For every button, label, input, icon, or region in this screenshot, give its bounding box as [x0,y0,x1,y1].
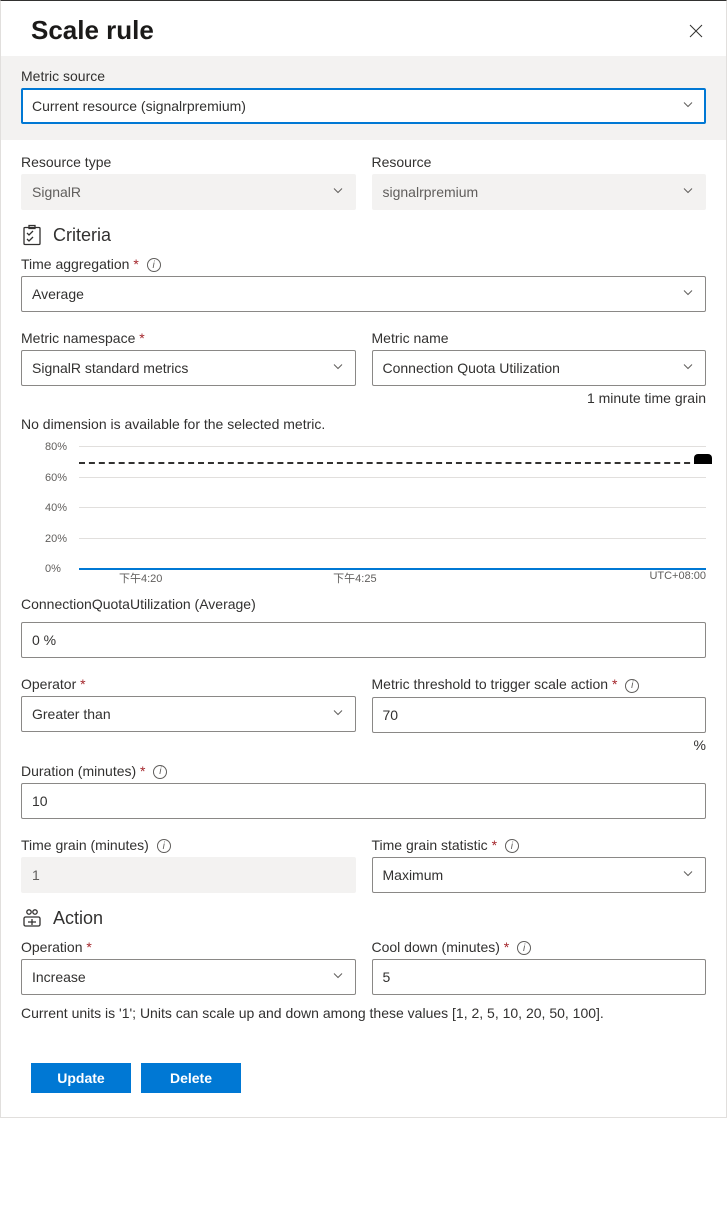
info-icon[interactable]: i [153,765,167,779]
resource-value: signalrpremium [383,184,479,200]
y-tick: 40% [45,502,67,514]
y-tick: 20% [45,533,67,545]
info-icon[interactable]: i [625,679,639,693]
time-aggregation-select[interactable]: Average [21,276,706,312]
time-grain-stat-value: Maximum [383,867,444,883]
criteria-icon [21,224,43,246]
metric-namespace-label: Metric namespace * [21,330,356,346]
threshold-marker[interactable] [694,454,712,464]
chevron-down-icon [681,184,695,201]
x-tick: 下午4:20 [119,570,162,586]
time-aggregation-label: Time aggregation * i [21,256,706,272]
time-grain-label: Time grain (minutes) i [21,837,356,853]
chevron-down-icon [681,286,695,303]
duration-value: 10 [32,793,48,809]
threshold-label: Metric threshold to trigger scale action… [372,676,707,692]
time-grain-value: 1 [32,867,40,883]
metric-namespace-select[interactable]: SignalR standard metrics [21,350,356,386]
time-grain-input: 1 [21,857,356,893]
x-tick-tz: UTC+08:00 [649,570,706,586]
units-note: Current units is '1'; Units can scale up… [21,1005,706,1021]
y-tick: 80% [45,441,67,453]
resource-type-value: SignalR [32,184,81,200]
threshold-unit: % [372,737,707,753]
y-tick: 60% [45,472,67,484]
operation-value: Increase [32,969,86,985]
y-tick: 0% [45,563,61,575]
x-tick: 下午4:25 [333,570,376,586]
threshold-line [79,462,700,464]
close-icon [688,23,704,39]
action-icon [21,907,43,929]
resource-select: signalrpremium [372,174,707,210]
current-value-input[interactable]: 0 % [21,622,706,658]
page-title: Scale rule [31,15,154,46]
delete-button[interactable]: Delete [141,1063,241,1093]
cooldown-input[interactable]: 5 [372,959,707,995]
cooldown-value: 5 [383,969,391,985]
dimension-note: No dimension is available for the select… [21,416,706,432]
criteria-title: Criteria [53,225,111,246]
metric-source-select[interactable]: Current resource (signalrpremium) [21,88,706,124]
resource-label: Resource [372,154,707,170]
time-aggregation-value: Average [32,286,84,302]
info-icon[interactable]: i [517,941,531,955]
metric-source-label: Metric source [21,68,706,84]
info-icon[interactable]: i [147,258,161,272]
cooldown-label: Cool down (minutes) * i [372,939,707,955]
time-grain-note: 1 minute time grain [372,390,707,406]
action-title: Action [53,908,103,929]
metric-namespace-value: SignalR standard metrics [32,360,188,376]
metric-source-value: Current resource (signalrpremium) [32,98,246,114]
chart-legend: ConnectionQuotaUtilization (Average) [21,596,706,612]
metric-name-label: Metric name [372,330,707,346]
operator-label: Operator * [21,676,356,692]
duration-label: Duration (minutes) * i [21,763,706,779]
info-icon[interactable]: i [505,839,519,853]
metric-chart: 80% 60% 40% 20% 0% 下午4:20 下午4:25 UTC+08:… [21,446,706,586]
chevron-down-icon [681,98,695,115]
resource-type-select: SignalR [21,174,356,210]
threshold-input[interactable]: 70 [372,697,707,733]
close-button[interactable] [688,23,704,39]
operator-select[interactable]: Greater than [21,696,356,732]
operator-value: Greater than [32,706,111,722]
update-button[interactable]: Update [31,1063,131,1093]
current-value: 0 % [32,632,56,648]
chevron-down-icon [681,867,695,884]
time-grain-stat-label: Time grain statistic * i [372,837,707,853]
duration-input[interactable]: 10 [21,783,706,819]
chevron-down-icon [331,706,345,723]
operation-select[interactable]: Increase [21,959,356,995]
chevron-down-icon [331,360,345,377]
metric-name-value: Connection Quota Utilization [383,360,560,376]
info-icon[interactable]: i [157,839,171,853]
metric-name-select[interactable]: Connection Quota Utilization [372,350,707,386]
threshold-value: 70 [383,707,399,723]
chevron-down-icon [331,184,345,201]
chevron-down-icon [681,360,695,377]
resource-type-label: Resource type [21,154,356,170]
operation-label: Operation * [21,939,356,955]
chevron-down-icon [331,969,345,986]
time-grain-stat-select[interactable]: Maximum [372,857,707,893]
